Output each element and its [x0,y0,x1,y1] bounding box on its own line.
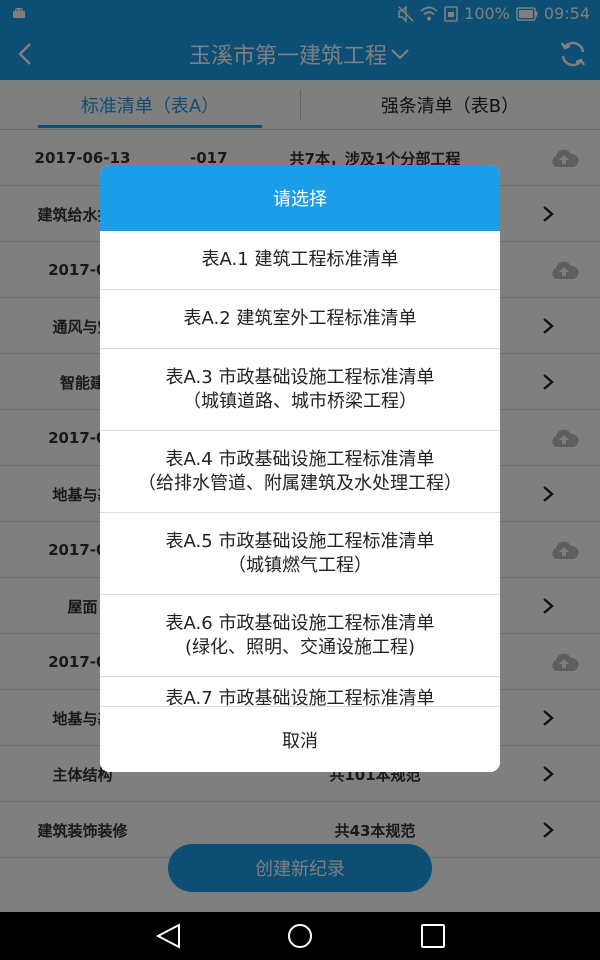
nav-recents-icon[interactable] [420,923,446,949]
dialog-option[interactable]: 表A.5 市政基础设施工程标准清单 （城镇燃气工程） [100,513,500,595]
cancel-button[interactable]: 取消 [100,706,500,772]
option-line2: (绿化、照明、交通设施工程) [184,636,416,658]
option-line1: 表A.3 市政基础设施工程标准清单 [165,366,435,388]
dialog-option[interactable]: 表A.2 建筑室外工程标准清单 [100,290,500,349]
dialog-option[interactable]: 表A.6 市政基础设施工程标准清单 (绿化、照明、交通设施工程) [100,595,500,677]
option-line1: 表A.7 市政基础设施工程标准清单 [165,688,435,706]
dialog-option[interactable]: 表A.4 市政基础设施工程标准清单 （给排水管道、附属建筑及水处理工程） [100,431,500,513]
option-line2: （给排水管道、附属建筑及水处理工程） [138,472,462,494]
dialog-option[interactable]: 表A.1 建筑工程标准清单 [100,231,500,290]
option-line1: 表A.6 市政基础设施工程标准清单 [165,612,435,634]
dialog-option[interactable]: 表A.3 市政基础设施工程标准清单 （城镇道路、城市桥梁工程） [100,349,500,431]
nav-back-icon[interactable] [155,923,183,949]
option-line1: 表A.1 建筑工程标准清单 [201,249,399,270]
option-line1: 表A.2 建筑室外工程标准清单 [183,308,417,329]
nav-home-icon[interactable] [286,923,314,949]
option-line2: （城镇道路、城市桥梁工程） [183,390,417,412]
dialog-option[interactable]: 表A.7 市政基础设施工程标准清单 [100,677,500,706]
option-line1: 表A.4 市政基础设施工程标准清单 [165,448,435,470]
option-line2: （城镇燃气工程） [228,554,372,576]
option-line1: 表A.5 市政基础设施工程标准清单 [165,530,435,552]
select-dialog: 请选择 表A.1 建筑工程标准清单 表A.2 建筑室外工程标准清单 表A.3 市… [100,165,500,772]
system-nav-bar [0,912,600,960]
dialog-option-list[interactable]: 表A.1 建筑工程标准清单 表A.2 建筑室外工程标准清单 表A.3 市政基础设… [100,231,500,706]
dialog-title: 请选择 [100,165,500,231]
